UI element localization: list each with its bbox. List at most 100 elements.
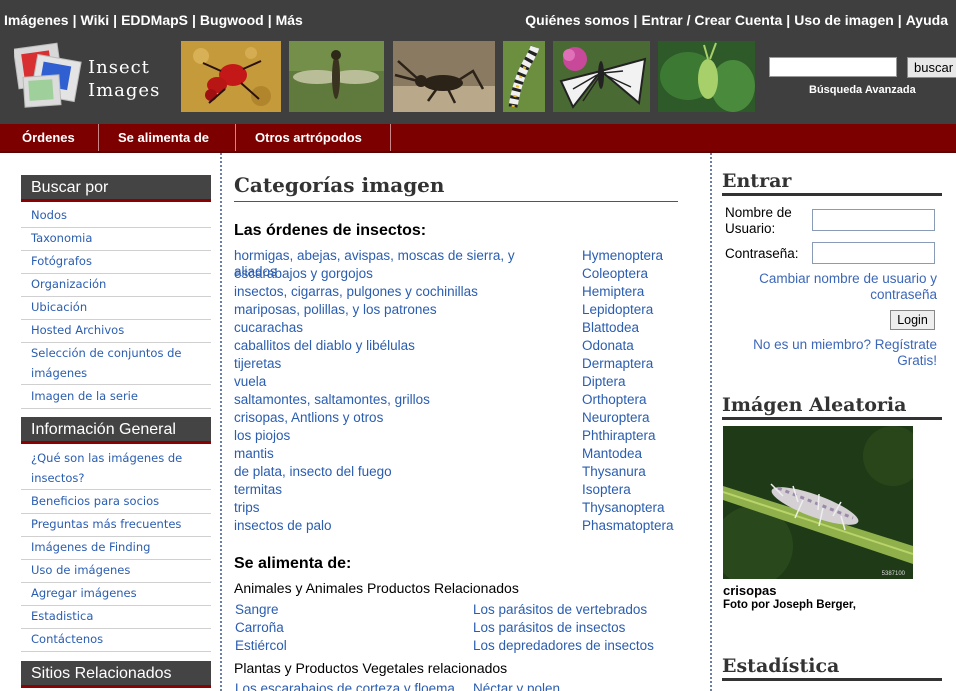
feed-item[interactable]: Néctar y polen [473, 681, 560, 691]
order-name[interactable]: Dermaptera [582, 356, 653, 371]
order-common-name[interactable]: saltamontes, saltamontes, grillos [234, 392, 430, 407]
order-name[interactable]: Hymenoptera [582, 248, 663, 263]
order-common-name[interactable]: crisopas, Antlions y otros [234, 410, 383, 425]
register-link[interactable]: No es un miembro? Regístrate Gratis! [732, 337, 937, 369]
order-common-name[interactable]: los piojos [234, 428, 290, 443]
order-common-name[interactable]: trips [234, 500, 260, 515]
order-name[interactable]: Thysanoptera [582, 500, 665, 515]
plant-products-heading: Plantas y Productos Vegetales relacionad… [234, 660, 508, 676]
logo-line-2: Images [88, 80, 161, 101]
order-row: insectos, cigarras, pulgones y cochinill… [234, 284, 682, 302]
order-common-name[interactable]: vuela [234, 374, 266, 389]
advanced-search-link[interactable]: Búsqueda Avanzada [809, 84, 916, 96]
top-link-image-use[interactable]: Uso de imagen [794, 12, 894, 28]
top-link-help[interactable]: Ayuda [906, 12, 948, 28]
order-name[interactable]: Blattodea [582, 320, 639, 335]
orders-heading: Las órdenes de insectos: [234, 222, 427, 239]
sidebar-item-what-are[interactable]: ¿Qué son las imágenes de insectos? [21, 448, 211, 490]
order-row: de plata, insecto del fuego Thysanura [234, 464, 682, 482]
feed-item[interactable]: Los escarabajos de corteza y floema [235, 681, 455, 691]
page-title: Categorías imagen [234, 173, 678, 202]
sidebar-item-contact[interactable]: Contáctenos [21, 629, 211, 652]
order-row: insectos de palo Phasmatoptera [234, 518, 682, 536]
order-common-name[interactable]: mariposas, polillas, y los patrones [234, 302, 437, 317]
order-common-name[interactable]: cucarachas [234, 320, 303, 335]
order-common-name[interactable]: insectos, cigarras, pulgones y cochinill… [234, 284, 478, 299]
order-name[interactable]: Isoptera [582, 482, 631, 497]
random-image-caption[interactable]: crisopas [723, 583, 776, 598]
sidebar-item-faq[interactable]: Preguntas más frecuentes [21, 514, 211, 537]
order-common-name[interactable]: caballitos del diablo y libélulas [234, 338, 415, 353]
order-common-name[interactable]: mantis [234, 446, 274, 461]
tab-other-arthropods[interactable]: Otros artrópodos [236, 124, 391, 151]
category-nav: Órdenes Se alimenta de Otros artrópodos [0, 124, 956, 153]
sidebar-item-image-sets[interactable]: Selección de conjuntos de imágenes [21, 343, 211, 385]
order-name[interactable]: Odonata [582, 338, 634, 353]
username-field[interactable] [812, 209, 935, 231]
feed-item[interactable]: Los parásitos de vertebrados [473, 602, 647, 617]
search-button[interactable]: buscar [907, 57, 956, 78]
order-common-name[interactable]: insectos de palo [234, 518, 332, 533]
sidebar-item-organization[interactable]: Organización [21, 274, 211, 297]
sidebar-item-nodes[interactable]: Nodos [21, 205, 211, 228]
sidebar-item-member-benefits[interactable]: Beneficios para socios [21, 491, 211, 514]
feed-item[interactable]: Estiércol [235, 638, 287, 653]
password-field[interactable] [812, 242, 935, 264]
top-link-eddmaps[interactable]: EDDMapS [121, 12, 188, 28]
order-row: vuela Diptera [234, 374, 682, 392]
top-link-login[interactable]: Entrar / Crear Cuenta [641, 12, 782, 28]
order-name[interactable]: Phthiraptera [582, 428, 656, 443]
top-link-bugwood[interactable]: Bugwood [200, 12, 264, 28]
feed-item[interactable]: Los parásitos de insectos [473, 620, 625, 635]
order-name[interactable]: Thysanura [582, 464, 646, 479]
order-name[interactable]: Mantodea [582, 446, 642, 461]
order-row: saltamontes, saltamontes, grillos Orthop… [234, 392, 682, 410]
sidebar-item-statistics[interactable]: Estadistica [21, 606, 211, 629]
related-sites-heading: Sitios Relacionados [21, 661, 211, 688]
password-label: Contraseña: [725, 246, 799, 261]
order-row: mariposas, polillas, y los patrones Lepi… [234, 302, 682, 320]
order-common-name[interactable]: termitas [234, 482, 282, 497]
sidebar-item-image-use[interactable]: Uso de imágenes [21, 560, 211, 583]
order-name[interactable]: Diptera [582, 374, 626, 389]
random-image[interactable]: 5387100 [723, 426, 913, 579]
order-name[interactable]: Lepidoptera [582, 302, 653, 317]
feed-item[interactable]: Sangre [235, 602, 279, 617]
order-common-name[interactable]: tijeretas [234, 356, 281, 371]
order-name[interactable]: Phasmatoptera [582, 518, 674, 533]
login-button[interactable]: Login [890, 310, 935, 330]
top-link-wiki[interactable]: Wiki [81, 12, 110, 28]
change-credentials-link[interactable]: Cambiar nombre de usuario y contraseña [732, 271, 937, 303]
order-name[interactable]: Orthoptera [582, 392, 647, 407]
sidebar-item-add-images[interactable]: Agregar imágenes [21, 583, 211, 606]
login-heading: Entrar [722, 170, 942, 196]
main-content: Categorías imagen Las órdenes de insecto… [234, 153, 704, 691]
sidebar-item-finding-images[interactable]: Imágenes de Finding [21, 537, 211, 560]
logo-text[interactable]: Insect Images [88, 56, 160, 102]
order-name[interactable]: Neuroptera [582, 410, 650, 425]
general-info-heading: Información General [21, 417, 211, 444]
tab-orders[interactable]: Órdenes [0, 124, 99, 151]
search-input[interactable] [769, 57, 897, 77]
sidebar-item-photographers[interactable]: Fotógrafos [21, 251, 211, 274]
order-row: cucarachas Blattodea [234, 320, 682, 338]
order-name[interactable]: Hemiptera [582, 284, 644, 299]
top-link-about[interactable]: Quiénes somos [525, 12, 629, 28]
order-common-name[interactable]: escarabajos y gorgojos [234, 266, 373, 281]
sidebar-item-location[interactable]: Ubicación [21, 297, 211, 320]
top-links-left: Imágenes | Wiki | EDDMapS | Bugwood | Más [4, 12, 303, 28]
sidebar-item-image-series[interactable]: Imagen de la serie [21, 386, 211, 409]
order-name[interactable]: Coleoptera [582, 266, 648, 281]
sidebar-item-hosted-archives[interactable]: Hosted Archivos [21, 320, 211, 343]
sidebar-item-taxonomy[interactable]: Taxonomia [21, 228, 211, 251]
order-row: caballitos del diablo y libélulas Odonat… [234, 338, 682, 356]
feed-item[interactable]: Los depredadores de insectos [473, 638, 654, 653]
top-link-images[interactable]: Imágenes [4, 12, 69, 28]
tab-feeds-on[interactable]: Se alimenta de [99, 124, 236, 151]
feed-item[interactable]: Carroña [235, 620, 284, 635]
top-link-more[interactable]: Más [276, 12, 303, 28]
banner-photo-cricket [393, 41, 495, 112]
order-common-name[interactable]: de plata, insecto del fuego [234, 464, 392, 479]
feeds-on-heading: Se alimenta de: [234, 555, 352, 572]
left-sidebar: Buscar por Nodos Taxonomia Fotógrafos Or… [0, 153, 222, 691]
